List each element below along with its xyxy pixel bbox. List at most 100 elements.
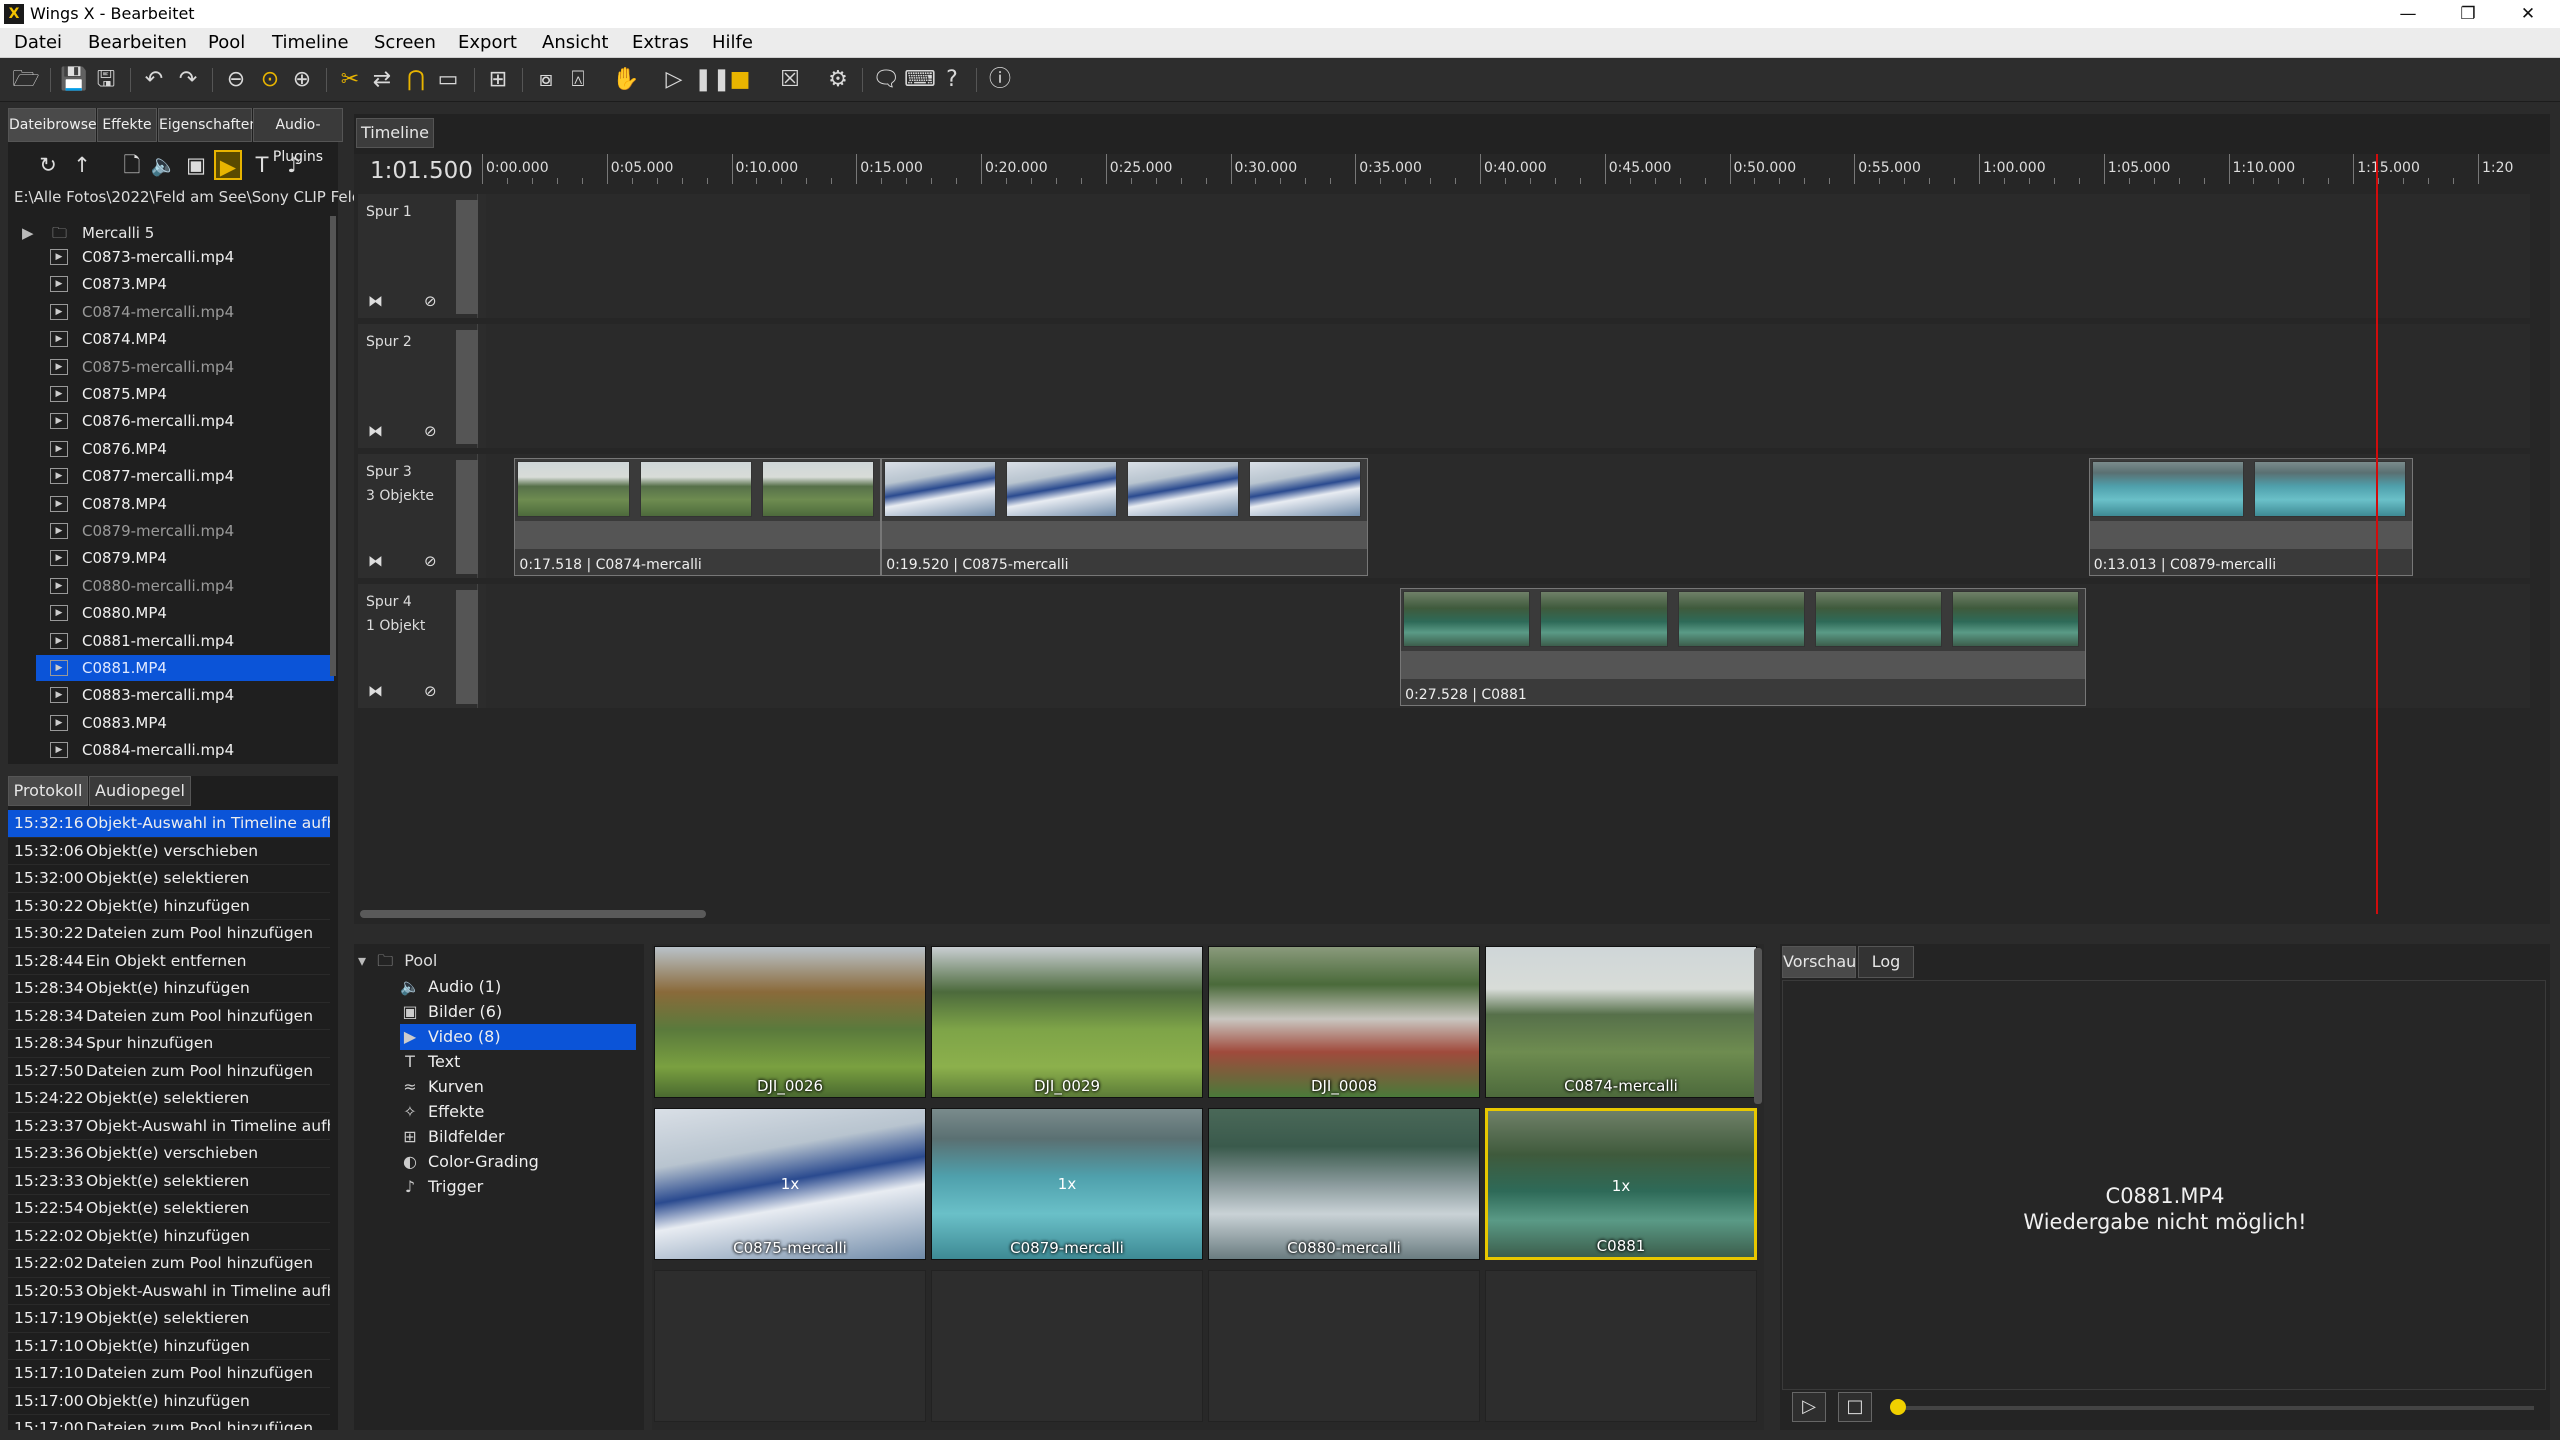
file-list-scrollbar[interactable]	[330, 216, 336, 676]
preview-stop-button[interactable]: □	[1838, 1392, 1872, 1422]
protocol-entry[interactable]: 15:28:34 Spur hinzufügen	[8, 1030, 330, 1058]
cut-icon[interactable]: ✂	[336, 66, 364, 94]
pool-media-item[interactable]: 1x C0881	[1485, 1108, 1757, 1260]
undo-icon[interactable]: ↶	[140, 66, 168, 94]
preview-position-slider[interactable]	[1894, 1406, 2534, 1410]
protocol-entry[interactable]: 15:24:22 Objekt(e) selektieren	[8, 1085, 330, 1113]
pause-icon[interactable]: ❚❚	[694, 66, 731, 94]
protocol-entry[interactable]: 15:22:02 Objekt(e) hinzufügen	[8, 1223, 330, 1250]
protocol-entry[interactable]: 15:32:06 Objekt(e) verschieben	[8, 838, 330, 865]
track-mute-icon[interactable]: ⧓	[368, 422, 383, 440]
minimize-button[interactable]: —	[2380, 0, 2436, 28]
file-list-item[interactable]: ▶ C0878.MP4	[36, 491, 334, 517]
file-list-item[interactable]: ▶ C0884-mercalli.mp4	[36, 737, 334, 762]
filter-audio-icon[interactable]: 🔈	[150, 150, 178, 180]
keyboard-icon[interactable]: ⌨	[904, 66, 936, 94]
track-disable-icon[interactable]: ⊘	[424, 552, 437, 570]
track-mute-icon[interactable]: ⧓	[368, 552, 383, 570]
menu-bearbeiten[interactable]: Bearbeiten	[88, 32, 187, 53]
export-frame-icon[interactable]: ⍓	[564, 66, 592, 94]
file-list-item[interactable]: ▶ C0881-mercalli.mp4	[36, 628, 334, 654]
protocol-entry[interactable]: 15:22:02 Dateien zum Pool hinzufügen	[8, 1250, 330, 1278]
file-list-item[interactable]: ▶ C0879-mercalli.mp4	[36, 518, 334, 544]
menu-timeline[interactable]: Timeline	[272, 32, 349, 53]
tab-effekte[interactable]: Effekte	[97, 108, 157, 142]
restore-button[interactable]: ❐	[2440, 0, 2496, 28]
tab-timeline[interactable]: Timeline	[356, 118, 434, 148]
comments-icon[interactable]: 🗨	[872, 66, 900, 94]
tab-vorschau[interactable]: Vorschau	[1782, 946, 1856, 978]
save-icon[interactable]: 💾	[60, 66, 88, 94]
pool-category-6[interactable]: ⊞ Bildfelder	[400, 1124, 636, 1150]
track-level-bar[interactable]	[456, 590, 478, 704]
timeline-track[interactable]: Spur 3 3 Objekte ⧓ ⊘ 0:17.518 | C0874-mercal…	[358, 454, 2530, 578]
protocol-entry[interactable]: 15:32:00 Objekt(e) selektieren	[8, 865, 330, 893]
open-folder-icon[interactable]: 🗁	[12, 66, 40, 94]
track-lane[interactable]: 0:17.518 | C0874-mercalli 0:19.520 | C087…	[486, 454, 2530, 578]
time-ruler[interactable]: 0:00.000 0:05.000 0:10.000 0:15.000 0:20.000…	[482, 154, 2542, 188]
zoom-fit-icon[interactable]: ⊙	[256, 66, 284, 94]
protocol-entry[interactable]: 15:22:54 Objekt(e) selektieren	[8, 1195, 330, 1223]
file-list-item[interactable]: ▶ C0874-mercalli.mp4	[36, 299, 334, 325]
menu-screen[interactable]: Screen	[374, 32, 436, 53]
pool-category-3[interactable]: T Text	[400, 1049, 636, 1075]
pool-media-item[interactable]: DJI_0008	[1208, 946, 1480, 1098]
file-list-item[interactable]: ▶ C0877-mercalli.mp4	[36, 463, 334, 489]
file-list-item[interactable]: ▶ C0875.MP4	[36, 381, 334, 407]
protocol-entry[interactable]: 15:27:50 Dateien zum Pool hinzufügen	[8, 1058, 330, 1085]
timeline-area[interactable]: 1:01.500 0:00.000 0:05.000 0:10.000 0:15.00…	[354, 154, 2550, 924]
pool-category-1[interactable]: ▣ Bilder (6)	[400, 999, 636, 1025]
menu-pool[interactable]: Pool	[208, 32, 245, 53]
timeline-clip[interactable]: 0:17.518 | C0874-mercalli	[514, 458, 882, 576]
track-mute-icon[interactable]: ⧓	[368, 682, 383, 700]
file-list-item[interactable]: ▶ C0876-mercalli.mp4	[36, 408, 334, 434]
menu-ansicht[interactable]: Ansicht	[542, 32, 608, 53]
timeline-track[interactable]: Spur 2 ⧓ ⊘	[358, 324, 2530, 448]
tab-protokoll[interactable]: Protokoll	[8, 776, 88, 806]
timeline-clip[interactable]: 0:19.520 | C0875-mercalli	[881, 458, 1368, 576]
pool-category-7[interactable]: ◐ Color-Grading	[400, 1149, 636, 1175]
menu-hilfe[interactable]: Hilfe	[712, 32, 753, 53]
protocol-entry[interactable]: 15:17:10 Objekt(e) hinzufügen	[8, 1333, 330, 1360]
menu-datei[interactable]: Datei	[14, 32, 62, 53]
audio-hand-icon[interactable]: ✋	[612, 66, 640, 94]
pool-media-item[interactable]: 1x C0879-mercalli	[931, 1108, 1203, 1260]
track-mute-icon[interactable]: ⧓	[368, 292, 383, 310]
magnet-icon[interactable]: ⋂	[402, 66, 430, 94]
file-list-item[interactable]: ▶ C0873.MP4	[36, 271, 334, 297]
protocol-entry[interactable]: 15:30:22 Objekt(e) hinzufügen	[8, 893, 330, 920]
file-list-item[interactable]: ▶ C0876.MP4	[36, 436, 334, 462]
protocol-entry[interactable]: 15:30:22 Dateien zum Pool hinzufügen	[8, 920, 330, 948]
refresh-icon[interactable]: ↻	[34, 150, 62, 180]
pool-media-item[interactable]: DJI_0026	[654, 946, 926, 1098]
stop-icon[interactable]: ■	[726, 66, 754, 94]
pool-root[interactable]: ▾ 🗀 Pool	[358, 950, 437, 977]
track-lane[interactable]	[486, 194, 2530, 318]
file-list-item[interactable]: ▶ C0883.MP4	[36, 710, 334, 736]
playhead[interactable]	[2376, 154, 2378, 914]
track-disable-icon[interactable]: ⊘	[424, 422, 437, 440]
pool-category-0[interactable]: 🔈 Audio (1)	[400, 974, 636, 1000]
tab-audio-plugins[interactable]: Audio-Plugins	[253, 108, 343, 165]
settings-gear-icon[interactable]: ⚙	[824, 66, 852, 94]
protocol-entry[interactable]: 15:20:53Objekt-Auswahl in Timeline aufhe…	[8, 1278, 330, 1305]
pool-media-item[interactable]: 1x C0875-mercalli	[654, 1108, 926, 1260]
protocol-entry[interactable]: 15:23:36 Objekt(e) verschieben	[8, 1140, 330, 1168]
track-level-bar[interactable]	[456, 330, 478, 444]
track-lane[interactable]: 0:27.528 | C0881	[486, 584, 2530, 708]
pool-category-4[interactable]: ≈ Kurven	[400, 1074, 636, 1100]
tab-dateibrowser[interactable]: Dateibrowser	[8, 108, 102, 142]
play-icon[interactable]: ▷	[660, 66, 688, 94]
pool-category-8[interactable]: ♪ Trigger	[400, 1174, 636, 1200]
menu-extras[interactable]: Extras	[632, 32, 689, 53]
filter-images-icon[interactable]: ▣	[182, 150, 210, 180]
file-list-item[interactable]: ▶ C0879.MP4	[36, 545, 334, 571]
ruler-icon[interactable]: ▭	[434, 66, 462, 94]
info-icon[interactable]: ⓘ	[986, 66, 1014, 94]
file-list-item[interactable]: ▶ C0881.MP4	[36, 655, 334, 681]
protocol-entry[interactable]: 15:17:00 Dateien zum Pool hinzufügen	[8, 1415, 330, 1430]
protocol-entry[interactable]: 15:28:44 Ein Objekt entfernen	[8, 948, 330, 975]
file-list-item[interactable]: ▶ C0873-mercalli.mp4	[36, 244, 334, 270]
track-level-bar[interactable]	[456, 200, 478, 314]
save-as-icon[interactable]: 🖫	[92, 66, 120, 94]
